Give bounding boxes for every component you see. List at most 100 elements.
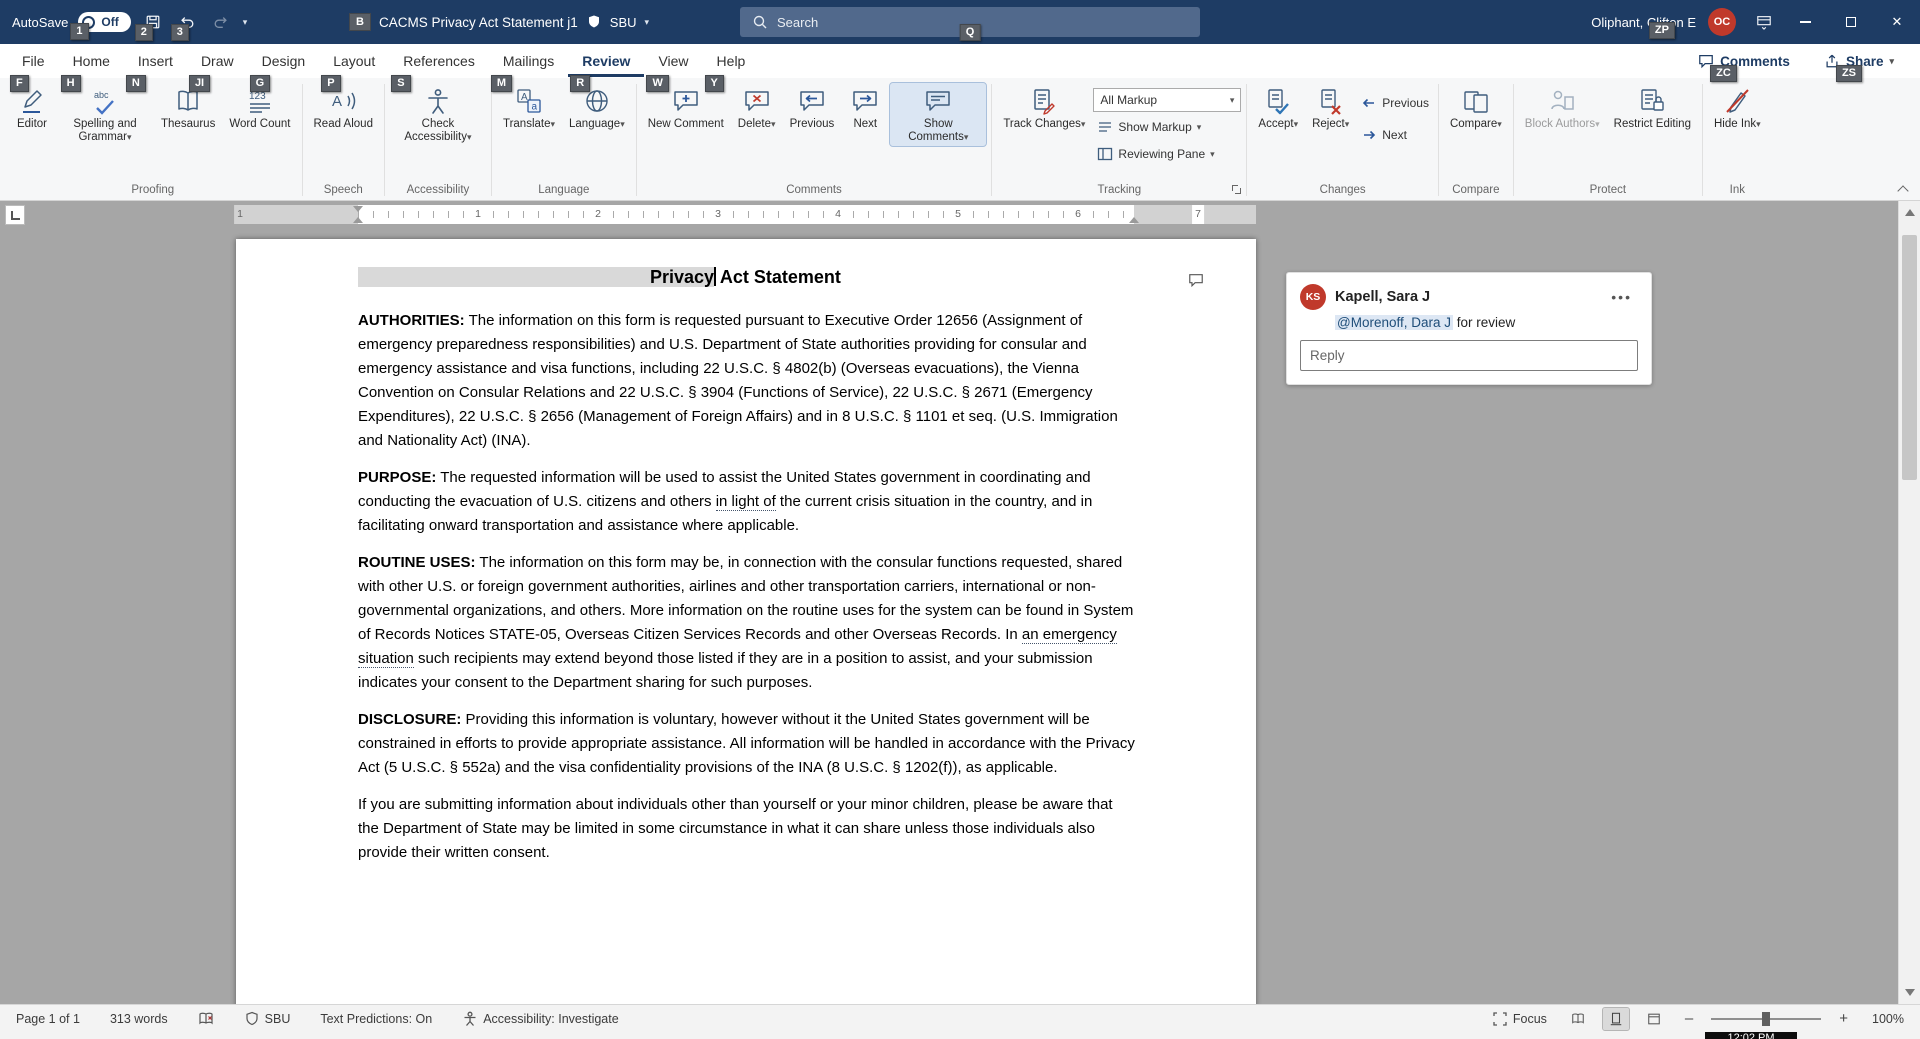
comments-button[interactable]: Comments ZC [1692, 52, 1796, 70]
previous-change-button[interactable]: Previous [1357, 91, 1433, 115]
horizontal-ruler[interactable]: 1 1 2 3 4 5 6 7 [0, 201, 1898, 228]
tab-insert[interactable]: InsertN [124, 45, 187, 77]
editor-button[interactable]: Editor [9, 83, 55, 133]
ruler-number: 2 [592, 205, 604, 224]
close-button[interactable] [1874, 0, 1920, 44]
show-comments-button[interactable]: Show Comments [890, 83, 986, 146]
web-layout-button[interactable] [1641, 1008, 1667, 1030]
first-line-indent-marker[interactable] [353, 206, 363, 212]
undo-button[interactable]: 3 [175, 10, 199, 34]
word-count-button[interactable]: 123 Word Count [223, 83, 296, 133]
check-accessibility-label: Check Accessibility [404, 118, 467, 143]
spelling-grammar-button[interactable]: abc Spelling and Grammar [57, 83, 153, 146]
tab-review[interactable]: ReviewR [568, 45, 644, 77]
hide-ink-button[interactable]: Hide Ink [1708, 83, 1767, 133]
translate-button[interactable]: Aa Translate [497, 83, 561, 133]
language-button[interactable]: Language [563, 83, 631, 133]
ruler-strip[interactable]: 1 1 2 3 4 5 6 7 [236, 205, 1256, 224]
comment-mention[interactable]: @Morenoff, Dara J [1335, 315, 1453, 330]
display-for-review-select[interactable]: All Markup [1093, 88, 1241, 112]
grammar-suggestion[interactable]: in light of [716, 493, 776, 511]
hanging-indent-marker[interactable] [353, 217, 363, 223]
scrollbar-thumb[interactable] [1902, 235, 1917, 480]
autosave-toggle[interactable]: Off 1 [78, 12, 130, 32]
zoom-out-button[interactable] [1679, 1010, 1699, 1027]
account-name[interactable]: Oliphant, Clifton E ZP [1591, 15, 1696, 30]
delete-comment-icon [743, 87, 771, 115]
check-accessibility-button[interactable]: Check Accessibility [390, 83, 486, 146]
qat-customize-chevron-icon[interactable] [243, 18, 248, 27]
comment-reply-input[interactable] [1300, 340, 1638, 371]
undo-icon [179, 14, 195, 30]
reviewing-pane-button[interactable]: Reviewing Pane [1093, 142, 1241, 166]
ribbon-display-options-button[interactable] [1746, 0, 1782, 44]
accessibility-status[interactable]: Accessibility: Investigate [456, 1010, 624, 1028]
accept-button[interactable]: Accept [1252, 83, 1304, 133]
scroll-up-icon[interactable] [1905, 209, 1915, 216]
previous-comment-button[interactable]: Previous [784, 83, 841, 133]
tab-references[interactable]: ReferencesS [389, 45, 489, 77]
account-avatar[interactable]: OC [1708, 8, 1736, 36]
comment-more-options-icon[interactable] [1605, 288, 1638, 306]
tab-home[interactable]: HomeH [59, 45, 124, 77]
tab-draw[interactable]: DrawJI [187, 45, 248, 77]
tab-view[interactable]: ViewW [644, 45, 702, 77]
word-count-icon: 123 [246, 87, 274, 115]
tab-help[interactable]: HelpY [703, 45, 760, 77]
print-layout-button[interactable] [1603, 1008, 1629, 1030]
zoom-slider-thumb[interactable] [1762, 1012, 1770, 1026]
word-count-status[interactable]: 313 words [104, 1011, 174, 1027]
ruler-number: 3 [712, 205, 724, 224]
zoom-slider[interactable] [1711, 1018, 1821, 1020]
read-mode-button[interactable] [1565, 1008, 1591, 1030]
block-authors-button[interactable]: Block Authors [1519, 83, 1606, 133]
track-changes-icon [1030, 87, 1058, 115]
read-aloud-button[interactable]: A Read Aloud [308, 83, 379, 133]
tab-layout[interactable]: LayoutP [319, 45, 389, 77]
show-markup-button[interactable]: Show Markup [1093, 115, 1241, 139]
accept-label: Accept [1258, 118, 1293, 130]
next-change-icon [1361, 127, 1377, 143]
minimize-button[interactable] [1782, 0, 1828, 44]
group-separator [1438, 84, 1439, 196]
tab-mailings[interactable]: MailingsM [489, 45, 568, 77]
delete-comment-button[interactable]: Delete [732, 83, 782, 133]
new-comment-button[interactable]: New Comment [642, 83, 730, 133]
restrict-editing-button[interactable]: Restrict Editing [1608, 83, 1697, 133]
right-indent-marker[interactable] [1129, 217, 1139, 223]
comment-anchor-icon[interactable] [1182, 271, 1210, 292]
collapse-ribbon-button[interactable] [1896, 183, 1910, 195]
maximize-button[interactable] [1828, 0, 1874, 44]
track-changes-button[interactable]: Track Changes [997, 83, 1091, 133]
thesaurus-button[interactable]: Thesaurus [155, 83, 221, 133]
tracking-dialog-launcher[interactable] [1230, 183, 1243, 196]
next-comment-button[interactable]: Next [842, 83, 888, 133]
share-button[interactable]: Share ZS [1818, 52, 1900, 70]
document-page[interactable]: Privacy Act Statement AUTHORITIES: The i… [236, 239, 1256, 1004]
reject-button[interactable]: Reject [1306, 83, 1355, 133]
chevron-down-icon [467, 133, 472, 142]
sensitivity-shield-icon [586, 14, 602, 30]
scroll-down-icon[interactable] [1905, 989, 1915, 996]
vertical-scrollbar[interactable] [1898, 201, 1920, 1004]
proofing-status-button[interactable] [192, 1010, 220, 1028]
taskbar-clock[interactable]: 12:02 PM [1705, 1032, 1797, 1039]
sensitivity-status[interactable]: SBU [238, 1010, 297, 1028]
document-title[interactable]: CACMS Privacy Act Statement j1 [379, 15, 578, 30]
focus-mode-button[interactable]: Focus [1486, 1010, 1553, 1028]
text-predictions-status[interactable]: Text Predictions: On [314, 1011, 438, 1027]
page-number-status[interactable]: Page 1 of 1 [10, 1011, 86, 1027]
next-change-button[interactable]: Next [1357, 123, 1433, 147]
save-button[interactable]: 2 [141, 10, 165, 34]
zoom-level[interactable]: 100% [1866, 1011, 1910, 1027]
tab-file[interactable]: FileF [8, 45, 59, 77]
tab-stop-selector[interactable] [5, 205, 25, 225]
tab-design[interactable]: DesignG [248, 45, 320, 77]
sensitivity-chevron-icon[interactable] [645, 18, 650, 27]
compare-button[interactable]: Compare [1444, 83, 1508, 133]
search-input[interactable]: Search Q [740, 7, 1200, 37]
sensitivity-label[interactable]: SBU [610, 15, 637, 30]
show-markup-icon [1097, 119, 1113, 135]
redo-button[interactable] [209, 10, 233, 34]
zoom-in-button[interactable] [1833, 1010, 1854, 1027]
